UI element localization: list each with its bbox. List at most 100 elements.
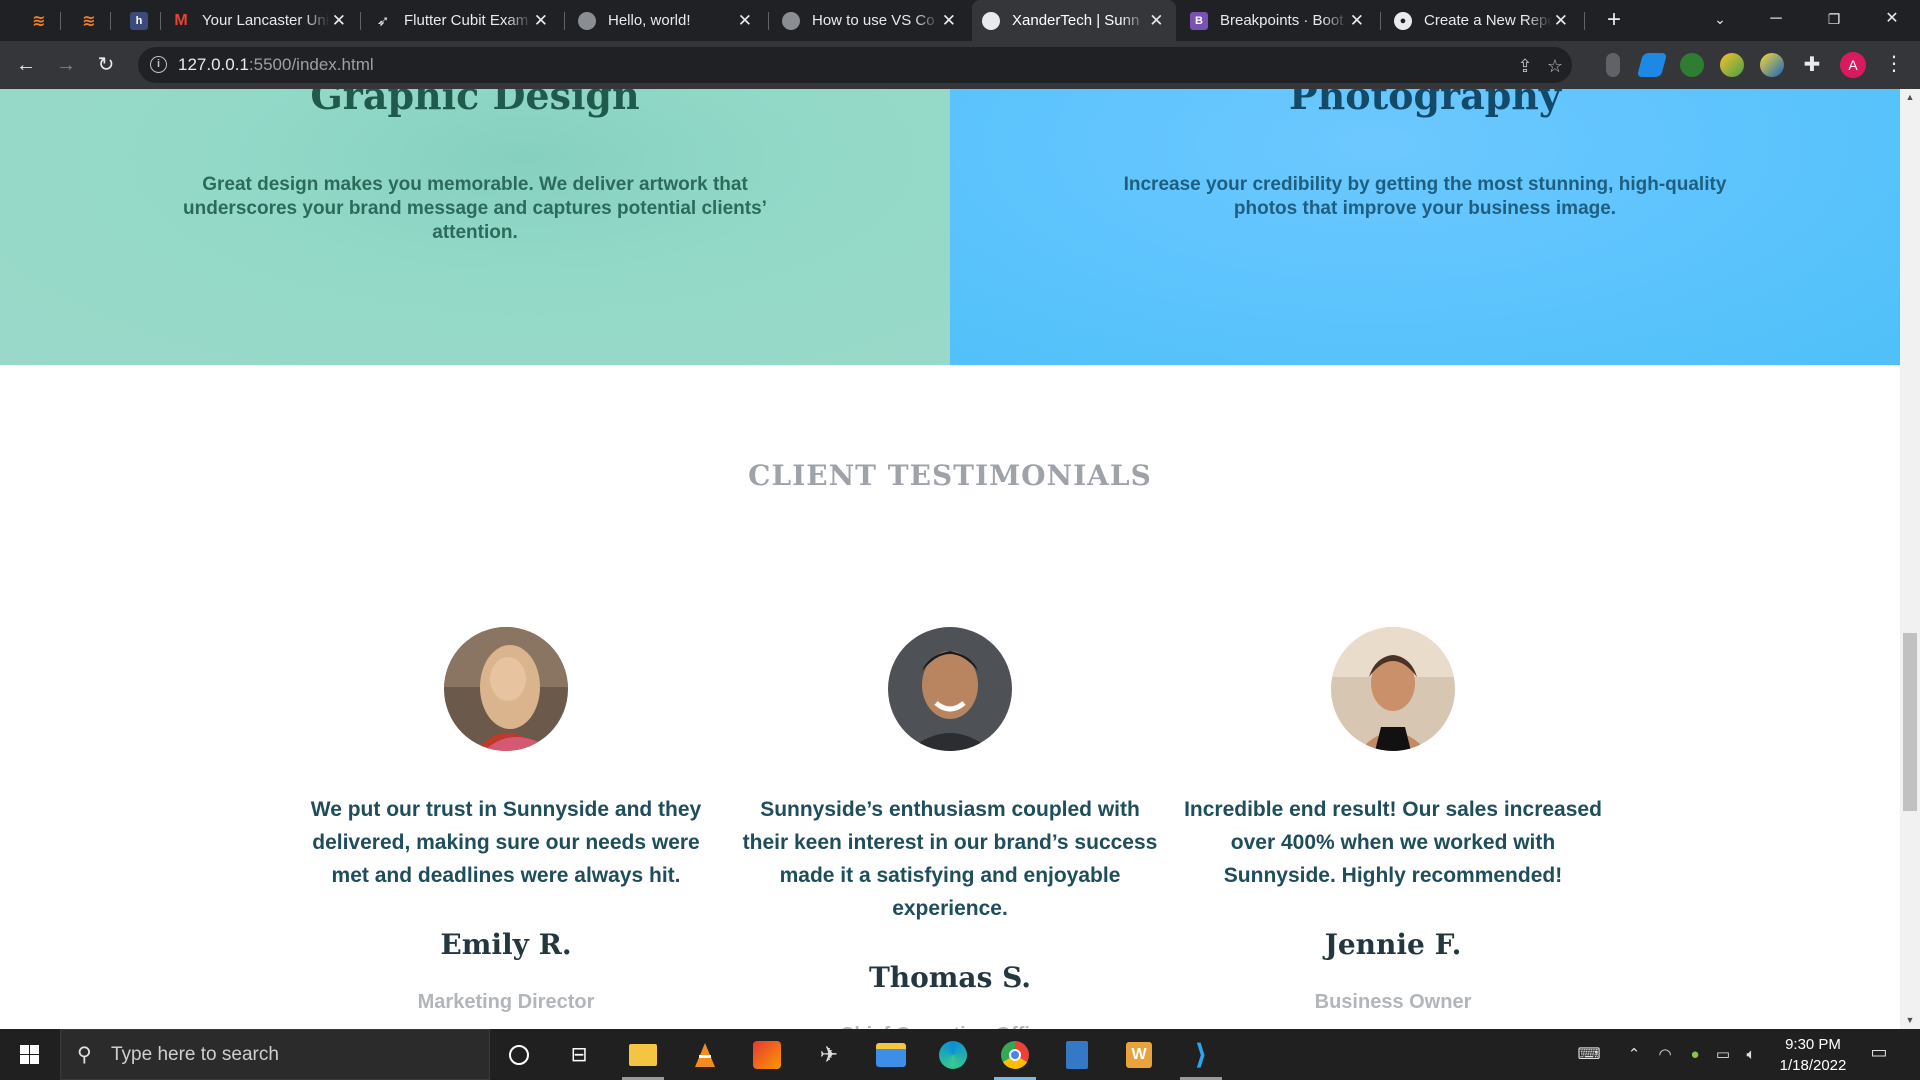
tab-3[interactable]: h: [120, 0, 162, 41]
clock-time: 9:30 PM: [1785, 1036, 1841, 1053]
testimonial-card: We put our trust in Sunnyside and they d…: [296, 627, 716, 1014]
notification-icon[interactable]: ▭: [1866, 1042, 1892, 1068]
tab-title: Flutter Cubit Exam: [404, 12, 529, 29]
scroll-thumb[interactable]: [1903, 633, 1917, 811]
chrome-icon[interactable]: [986, 1029, 1044, 1080]
tab-search-icon[interactable]: ⌄: [1692, 0, 1748, 41]
reload-icon[interactable]: ↻: [90, 49, 122, 81]
photography-title: Photography: [1289, 89, 1561, 118]
new-tab-button[interactable]: +: [1600, 6, 1628, 34]
app-icon[interactable]: [738, 1029, 796, 1080]
tab-10[interactable]: ● Create a New Repo ✕: [1384, 0, 1580, 41]
client-name: Jennie F.: [1324, 928, 1462, 961]
page-icon: [982, 11, 1000, 30]
close-icon[interactable]: ✕: [1348, 11, 1366, 31]
stackoverflow-icon: ≋: [32, 12, 46, 30]
scroll-down-icon[interactable]: ▼: [1900, 1012, 1920, 1029]
tab-6[interactable]: Hello, world! ✕: [568, 0, 764, 41]
close-icon[interactable]: ✕: [532, 11, 550, 31]
extension-flutter-icon[interactable]: [1636, 53, 1668, 77]
file-explorer-icon[interactable]: [614, 1029, 672, 1080]
keyboard-icon[interactable]: ⌨: [1574, 1044, 1604, 1066]
testimonial-card: Sunnyside’s enthusiasm coupled with thei…: [740, 627, 1160, 1029]
battery-icon[interactable]: ▭: [1712, 1044, 1734, 1066]
client-role: Business Owner: [1314, 991, 1472, 1013]
tray-app-icon[interactable]: ●: [1684, 1044, 1706, 1066]
tab-title: Your Lancaster Uni: [202, 12, 330, 29]
tab-1[interactable]: ≋: [20, 0, 62, 41]
cortana-icon[interactable]: [490, 1029, 548, 1080]
tab-title: How to use VS Co: [812, 12, 935, 29]
tab-title: Breakpoints · Boot: [1220, 12, 1344, 29]
extension-icon[interactable]: [1606, 53, 1620, 77]
close-icon[interactable]: ✕: [736, 11, 754, 31]
extension-tree-icon[interactable]: [1680, 53, 1704, 77]
client-name: Thomas S.: [868, 961, 1032, 994]
forward-icon[interactable]: →: [50, 49, 82, 81]
graphic-design-title: Graphic Design: [310, 89, 640, 118]
search-placeholder: Type here to search: [111, 1044, 279, 1065]
tab-title: Create a New Repo: [1424, 12, 1552, 29]
edge-icon[interactable]: [924, 1029, 982, 1080]
address-bar[interactable]: i 127.0.0.1:5500/index.html ⇪ ☆: [138, 47, 1572, 83]
client-avatar: [888, 627, 1012, 751]
graphic-design-card: Graphic Design Great design makes you me…: [0, 89, 950, 365]
bookmark-star-icon[interactable]: ☆: [1544, 55, 1566, 77]
site-info-icon[interactable]: i: [150, 56, 167, 73]
stackoverflow-icon: ≋: [82, 12, 96, 30]
client-avatar: [444, 627, 568, 751]
bootstrap-icon: B: [1190, 11, 1208, 30]
tab-4[interactable]: M Your Lancaster Uni ✕: [162, 0, 358, 41]
tab-8-active[interactable]: XanderTech | Sunn ✕: [972, 0, 1176, 41]
client-name: Emily R.: [440, 928, 572, 961]
testimonial-quote: Incredible end result! Our sales increas…: [1184, 798, 1602, 887]
folder-icon[interactable]: [862, 1029, 920, 1080]
testimonials-heading: CLIENT TESTIMONIALS: [748, 459, 1152, 492]
close-window-icon[interactable]: ✕: [1864, 0, 1920, 41]
testimonial-quote: Sunnyside’s enthusiasm coupled with thei…: [742, 798, 1158, 920]
menu-kebab-icon[interactable]: ⋮: [1884, 51, 1904, 76]
task-view-icon[interactable]: ⊟: [550, 1029, 608, 1080]
close-icon[interactable]: ✕: [1552, 11, 1570, 31]
taskbar-search-box[interactable]: ⚲ Type here to search: [60, 1029, 490, 1080]
globe-icon: [782, 11, 800, 30]
extensions-puzzle-icon[interactable]: ✚: [1800, 53, 1824, 77]
windows-start-button[interactable]: [0, 1029, 60, 1080]
volume-icon[interactable]: 🔈︎: [1740, 1044, 1762, 1066]
profile-avatar[interactable]: A: [1840, 52, 1866, 78]
globe-icon: [578, 11, 596, 30]
graphic-design-text: Great design makes you memorable. We del…: [183, 174, 767, 243]
app-icon[interactable]: ✈: [800, 1029, 858, 1080]
tab-2[interactable]: ≋: [70, 0, 112, 41]
page-scrollbar[interactable]: ▲ ▼: [1900, 89, 1920, 1029]
tab-7[interactable]: How to use VS Co ✕: [772, 0, 968, 41]
tab-5[interactable]: ➶ Flutter Cubit Exam ✕: [364, 0, 560, 41]
client-avatar: [1331, 627, 1455, 751]
system-clock[interactable]: 9:30 PM 1/18/2022: [1770, 1034, 1856, 1076]
close-icon[interactable]: ✕: [330, 11, 348, 31]
minimize-icon[interactable]: ─: [1748, 0, 1804, 41]
gmail-icon: M: [174, 11, 188, 29]
vlc-icon[interactable]: [676, 1029, 734, 1080]
calculator-icon[interactable]: [1048, 1029, 1106, 1080]
photography-text: Increase your credibility by getting the…: [1123, 174, 1727, 219]
tab-9[interactable]: B Breakpoints · Boot ✕: [1180, 0, 1376, 41]
network-icon[interactable]: ◠: [1654, 1044, 1676, 1066]
windows-taskbar: ⚲ Type here to search ⊟ ✈ W ⟩ ⌨ ⌃ ◠ ● ▭: [0, 1029, 1920, 1080]
chevron-up-icon[interactable]: ⌃: [1623, 1044, 1645, 1066]
extension-icon[interactable]: [1760, 53, 1784, 77]
vscode-icon[interactable]: ⟩: [1172, 1029, 1230, 1080]
clock-date: 1/18/2022: [1779, 1057, 1847, 1074]
github-icon: ●: [1394, 11, 1412, 30]
rocket-icon: ➶: [376, 12, 390, 30]
word-icon[interactable]: W: [1110, 1029, 1168, 1080]
close-icon[interactable]: ✕: [1147, 11, 1166, 31]
extension-icon[interactable]: [1720, 53, 1744, 77]
search-icon: ⚲: [77, 1044, 92, 1066]
close-icon[interactable]: ✕: [940, 11, 958, 31]
scroll-up-icon[interactable]: ▲: [1900, 89, 1920, 106]
back-icon[interactable]: ←: [10, 49, 42, 81]
share-icon[interactable]: ⇪: [1514, 55, 1536, 77]
tab-title: XanderTech | Sunn: [1012, 12, 1140, 29]
restore-icon[interactable]: ❐: [1806, 0, 1862, 41]
